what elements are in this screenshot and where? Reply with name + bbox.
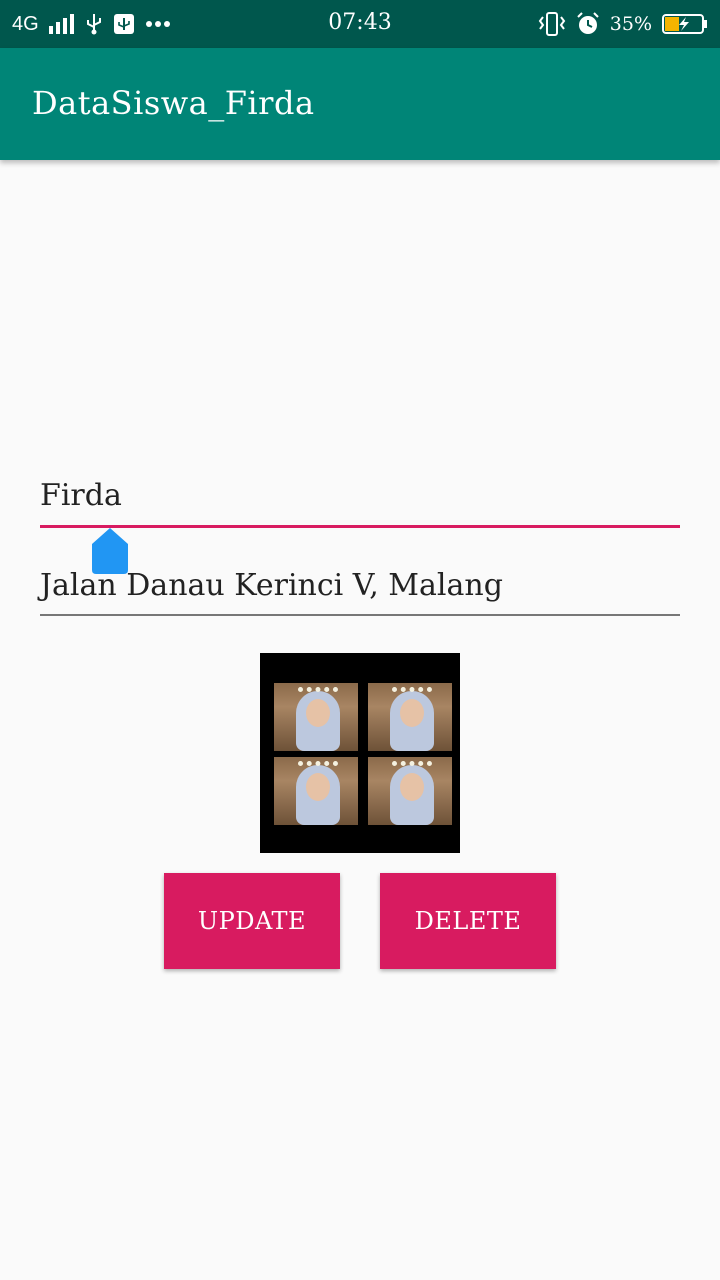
photo-tile [274, 757, 358, 825]
alarm-icon [577, 12, 599, 34]
app-title: DataSiswa_Firda [32, 84, 315, 122]
student-photo[interactable] [260, 653, 460, 853]
address-field[interactable]: Jalan Danau Kerinci V, Malang [40, 568, 680, 616]
battery-charging-icon [662, 14, 707, 34]
status-bar: 4G 07:43 35% [0, 0, 720, 48]
update-button[interactable]: UPDATE [164, 873, 340, 969]
photo-tile [368, 757, 452, 825]
address-field-value: Jalan Danau Kerinci V, Malang [40, 568, 503, 603]
photo-tile [368, 683, 452, 751]
app-bar: DataSiswa_Firda [0, 48, 720, 160]
name-field-value: Firda [40, 478, 122, 513]
photo-tile [274, 683, 358, 751]
status-right-group: 35% [538, 10, 708, 38]
vibrate-icon [538, 12, 566, 36]
battery-percent: 35% [609, 13, 652, 35]
delete-button[interactable]: DELETE [380, 873, 556, 969]
name-field[interactable]: Firda [40, 478, 680, 528]
